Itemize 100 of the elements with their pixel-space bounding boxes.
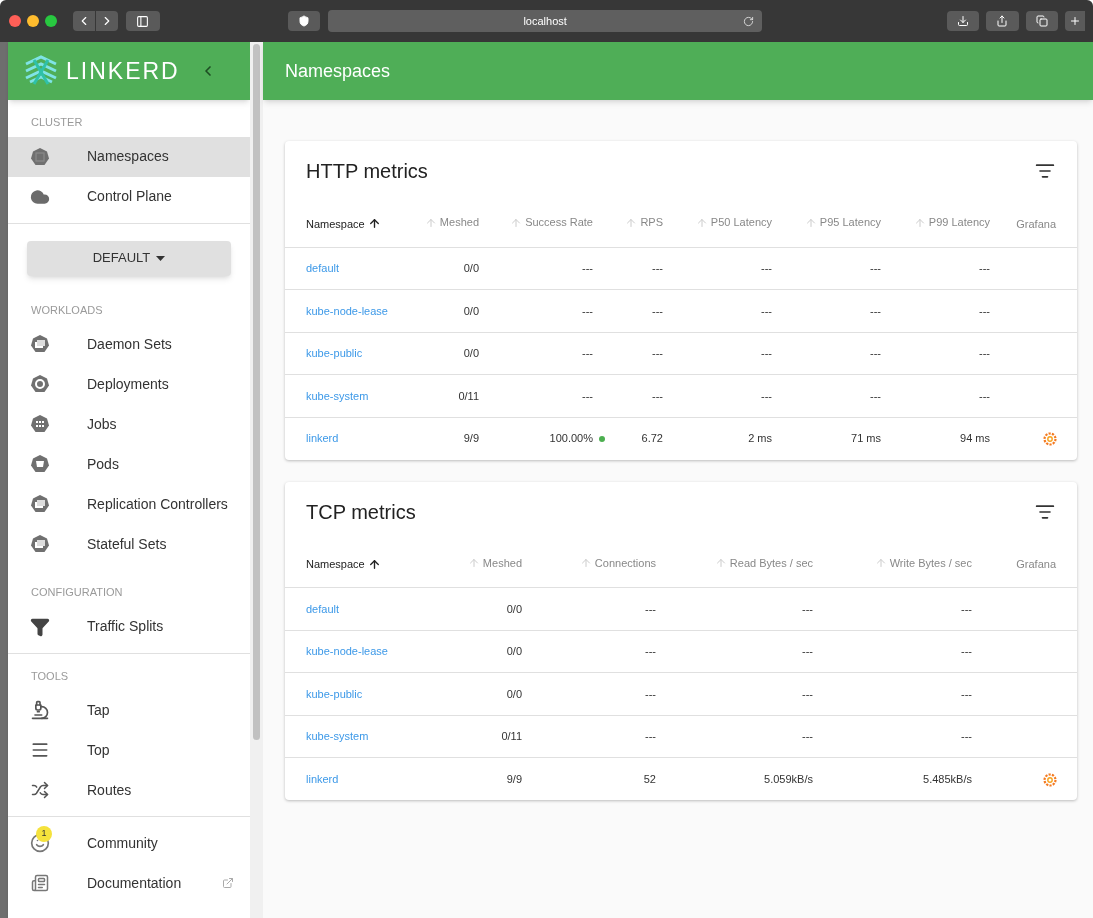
- nav-item[interactable]: Daemon Sets: [8, 324, 250, 364]
- column-header[interactable]: P50 Latency: [695, 214, 772, 231]
- table-cell-text: ---: [870, 303, 881, 319]
- nav-item[interactable]: Replication Controllers: [8, 484, 250, 524]
- nav-label: Jobs: [87, 414, 117, 434]
- pod-icon: [30, 454, 50, 474]
- section-heading: CLUSTER: [30, 115, 84, 130]
- gear-icon[interactable]: [1043, 432, 1057, 447]
- microscope-icon: [30, 700, 50, 720]
- share-button[interactable]: [986, 11, 1019, 31]
- new-tab-button[interactable]: [1065, 11, 1085, 31]
- forward-button[interactable]: [95, 11, 118, 31]
- nav-item[interactable]: Traffic Splits: [8, 606, 250, 647]
- namespace-link[interactable]: kube-node-lease: [306, 645, 388, 657]
- column-header[interactable]: P99 Latency: [913, 214, 990, 231]
- nav-label: Documentation: [87, 873, 182, 893]
- table-cell-text: ---: [979, 346, 990, 361]
- sidebar-toggle-button[interactable]: [125, 11, 161, 31]
- namespace-link[interactable]: default: [306, 602, 340, 615]
- nav-item[interactable]: Tap: [8, 690, 250, 730]
- sidebar-icon: [136, 14, 150, 28]
- namespace-dropdown[interactable]: DEFAULT: [27, 240, 231, 276]
- table-cell-text: ---: [979, 261, 990, 276]
- sort-arrow-icon: [467, 557, 480, 570]
- nav-label: Namespaces: [87, 147, 169, 166]
- table-cell-text: 9/9: [506, 771, 522, 787]
- address-bar[interactable]: localhost: [327, 10, 763, 32]
- sort-arrow-icon: [874, 557, 887, 570]
- scrollbar-thumb[interactable]: [253, 44, 260, 740]
- table-cell-text: 2 ms: [748, 431, 772, 447]
- nav-item[interactable]: Deployments: [8, 364, 250, 404]
- nav-item[interactable]: Top: [8, 730, 250, 770]
- table-cell-text: ---: [652, 346, 663, 361]
- column-header[interactable]: Read Bytes / sec: [714, 554, 813, 572]
- nav-item[interactable]: Namespaces: [8, 136, 250, 177]
- card-title: HTTP metrics: [306, 159, 428, 184]
- nav-label: Stateful Sets: [87, 534, 167, 554]
- nav-item[interactable]: Documentation: [8, 863, 250, 903]
- namespace-link[interactable]: kube-system: [306, 730, 369, 742]
- tabs-button[interactable]: [1025, 11, 1059, 31]
- namespace-link[interactable]: kube-node-lease: [306, 304, 388, 317]
- nav-label: Control Plane: [87, 187, 172, 206]
- column-header[interactable]: Namespace: [306, 556, 381, 573]
- sort-arrow-icon: [424, 216, 437, 229]
- namespace-link[interactable]: kube-system: [306, 389, 369, 402]
- filter-icon[interactable]: [1035, 161, 1055, 181]
- table-cell-text: 71 ms: [851, 431, 881, 447]
- nav-label: Deployments: [87, 374, 169, 394]
- nav-label: Daemon Sets: [87, 334, 172, 354]
- shuffle-icon: [31, 781, 49, 799]
- table-cell-text: 5.059kB/s: [764, 771, 813, 787]
- daemon-set-icon: [30, 334, 50, 354]
- section-heading: WORKLOADS: [30, 302, 104, 318]
- download-button[interactable]: [947, 11, 980, 31]
- namespace-link[interactable]: linkerd: [306, 772, 339, 785]
- url-text: localhost: [523, 13, 567, 29]
- sort-arrow-icon: [804, 216, 817, 229]
- nav-item[interactable]: Jobs: [8, 404, 250, 444]
- column-header[interactable]: Meshed: [467, 554, 522, 572]
- table-cell-text: ---: [652, 303, 663, 319]
- nav-label: Community: [87, 833, 158, 853]
- plus-icon: [1069, 15, 1082, 27]
- table-cell-text: ---: [652, 261, 663, 276]
- back-button[interactable]: [72, 11, 95, 31]
- column-header[interactable]: RPS: [625, 214, 663, 231]
- shield-icon: [297, 15, 310, 27]
- reload-icon[interactable]: [743, 15, 755, 27]
- table-cell-text: ---: [582, 346, 593, 361]
- column-header[interactable]: Write Bytes / sec: [874, 554, 972, 572]
- column-header[interactable]: Meshed: [424, 214, 479, 231]
- nav-item[interactable]: Stateful Sets: [8, 524, 250, 564]
- notification-badge: 1: [36, 826, 52, 842]
- menu-icon: [30, 740, 50, 760]
- gear-icon[interactable]: [1043, 772, 1057, 787]
- table-cell-text: ---: [961, 686, 972, 702]
- table-cell-text: 6.72: [641, 431, 663, 447]
- namespace-link[interactable]: linkerd: [306, 432, 339, 445]
- namespace-link[interactable]: default: [306, 262, 340, 274]
- table-cell-text: 0/0: [463, 346, 479, 361]
- column-header[interactable]: P95 Latency: [804, 214, 881, 231]
- nav-item[interactable]: Pods: [8, 444, 250, 484]
- table-cell-text: ---: [761, 388, 772, 404]
- nav-item[interactable]: 1 Community: [8, 823, 250, 863]
- namespace-link[interactable]: kube-public: [306, 347, 363, 359]
- section-heading: TOOLS: [30, 668, 70, 684]
- table-cell-text: 0/0: [506, 644, 522, 659]
- shield-button[interactable]: [288, 11, 320, 31]
- replication-controller-icon: [30, 494, 50, 514]
- table-cell-text: ---: [582, 303, 593, 319]
- column-header[interactable]: Success Rate: [510, 214, 593, 231]
- nav-label: Pods: [87, 454, 119, 474]
- table-cell-text: ---: [645, 686, 656, 702]
- nav-item[interactable]: Control Plane: [8, 176, 250, 217]
- table-cell-text: ---: [870, 261, 881, 276]
- column-header[interactable]: Namespace: [306, 215, 381, 232]
- nav-item[interactable]: Routes: [8, 770, 250, 810]
- column-header[interactable]: Connections: [579, 554, 656, 572]
- namespace-link[interactable]: kube-public: [306, 687, 363, 700]
- logo-text: LINKERD: [66, 56, 180, 86]
- job-icon: [30, 414, 50, 434]
